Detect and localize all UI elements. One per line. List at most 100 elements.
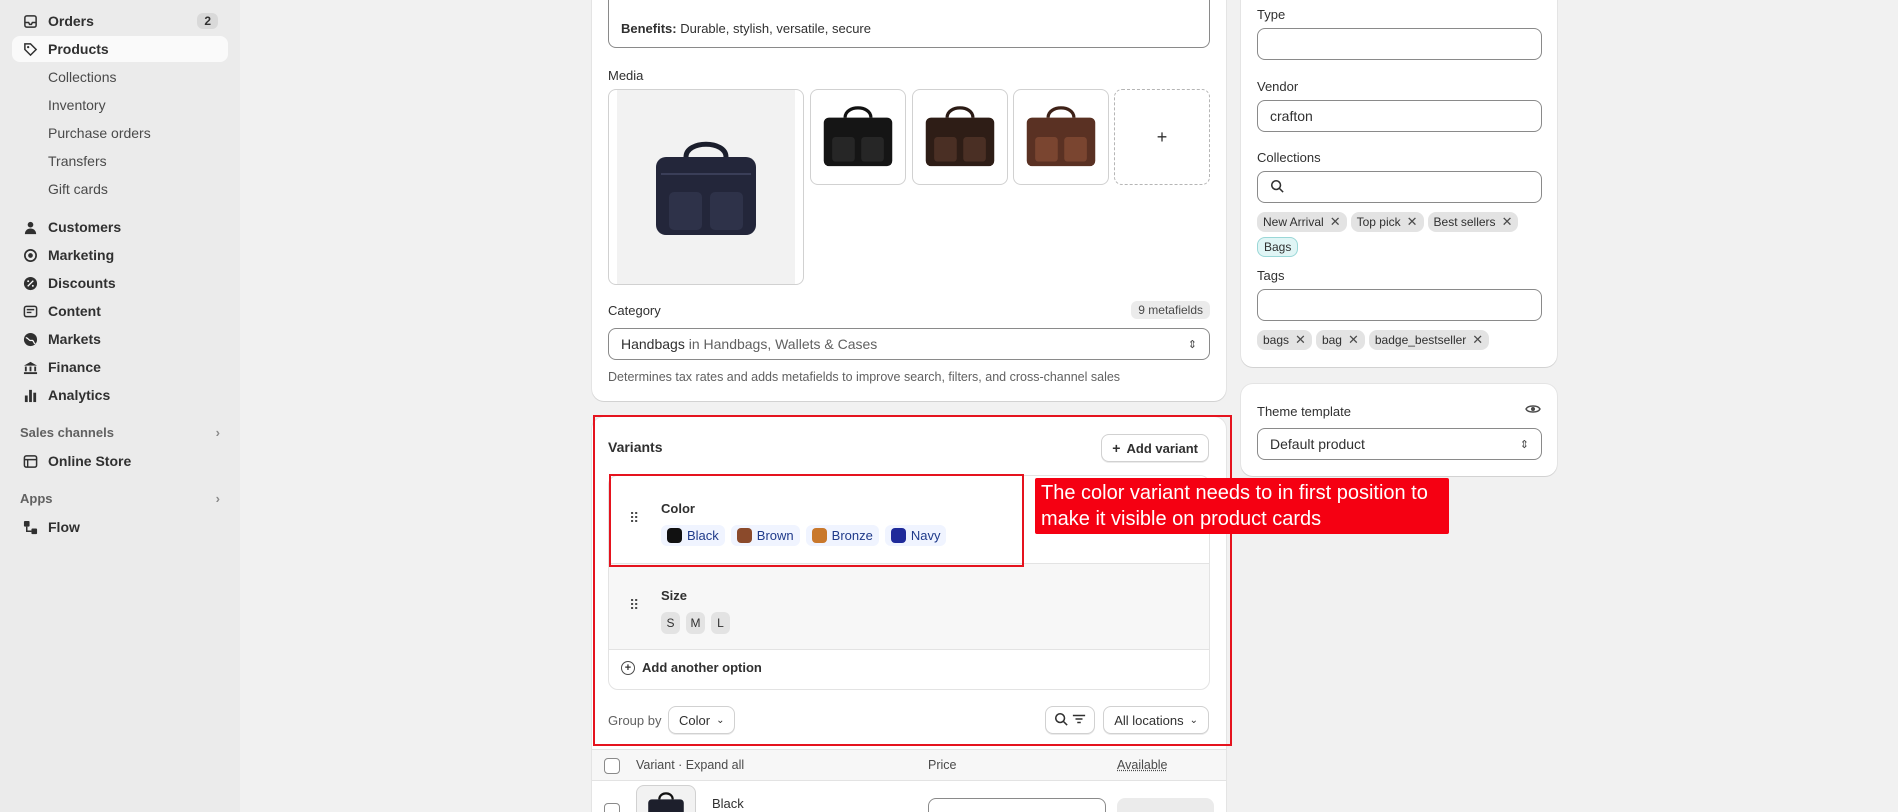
vendor-label: Vendor bbox=[1257, 79, 1299, 94]
collection-tag-bags[interactable]: Bags bbox=[1257, 237, 1299, 257]
sidebar-item-label: Analytics bbox=[48, 387, 111, 403]
sidebar-item-flow[interactable]: Flow bbox=[12, 514, 228, 540]
theme-template-value: Default product bbox=[1270, 436, 1365, 452]
sidebar-item-online-store[interactable]: Online Store bbox=[12, 448, 228, 474]
sidebar-subitem-inventory[interactable]: Inventory bbox=[12, 92, 228, 118]
media-thumb-2[interactable] bbox=[912, 89, 1008, 185]
sidebar-item-label: Products bbox=[48, 41, 109, 57]
available-input[interactable] bbox=[1117, 798, 1214, 812]
table-row[interactable]: Black bbox=[592, 781, 1226, 812]
eye-icon[interactable] bbox=[1525, 402, 1541, 419]
metafields-badge[interactable]: 9 metafields bbox=[1131, 301, 1210, 319]
section-label: Sales channels bbox=[20, 424, 114, 440]
chevron-right-icon: › bbox=[215, 424, 220, 440]
type-label: Type bbox=[1257, 7, 1286, 22]
sidebar-item-label: Online Store bbox=[48, 453, 132, 469]
sidebar-subitem-gift-cards[interactable]: Gift cards bbox=[12, 176, 228, 202]
sidebar-item-markets[interactable]: Markets bbox=[12, 326, 228, 352]
flow-icon bbox=[22, 519, 38, 535]
price-input[interactable] bbox=[928, 798, 1106, 812]
sidebar-subitem-purchase-orders[interactable]: Purchase orders bbox=[12, 120, 228, 146]
add-media-button[interactable]: + bbox=[1114, 89, 1210, 185]
collection-tag: Top pick ✕ bbox=[1350, 212, 1424, 232]
remove-icon[interactable]: ✕ bbox=[1472, 332, 1483, 348]
type-input[interactable] bbox=[1257, 28, 1542, 60]
collection-tag: Best sellers ✕ bbox=[1427, 212, 1519, 232]
theme-template-title: Theme template bbox=[1257, 404, 1351, 419]
collections-label: Collections bbox=[1257, 150, 1321, 165]
media-main-image[interactable] bbox=[608, 89, 804, 285]
remove-icon[interactable]: ✕ bbox=[1330, 214, 1341, 230]
sidebar-subitem-collections[interactable]: Collections bbox=[12, 64, 228, 90]
chevron-right-icon: › bbox=[215, 490, 220, 506]
column-available[interactable]: Available bbox=[1117, 758, 1168, 772]
sidebar-item-customers[interactable]: Customers bbox=[12, 214, 228, 240]
content-icon bbox=[22, 303, 38, 319]
sidebar-item-label: Discounts bbox=[48, 275, 116, 291]
variants-table-header: Variant · Expand all Price Available bbox=[592, 749, 1226, 781]
category-value: Handbags bbox=[621, 336, 685, 352]
sidebar-item-label: Customers bbox=[48, 219, 122, 235]
person-icon bbox=[22, 219, 38, 235]
product-organization-card: Type Vendor crafton Collections New Arri… bbox=[1241, 0, 1557, 367]
vendor-input[interactable]: crafton bbox=[1257, 100, 1542, 132]
benefits-text: Durable, stylish, versatile, secure bbox=[680, 21, 871, 36]
remove-icon[interactable]: ✕ bbox=[1348, 332, 1359, 348]
annotation-color-option-highlight bbox=[609, 474, 1024, 567]
bag-image-dark-brown bbox=[925, 106, 995, 167]
sidebar-section-sales-channels[interactable]: Sales channels › bbox=[12, 418, 228, 446]
theme-template-select[interactable]: Default product ⇕ bbox=[1257, 428, 1542, 460]
sidebar-item-products[interactable]: Products bbox=[12, 36, 228, 62]
expand-all-link[interactable]: Expand all bbox=[686, 758, 744, 772]
annotation-callout: The color variant needs to in first posi… bbox=[1035, 478, 1449, 534]
column-variant: Variant · Expand all bbox=[636, 758, 745, 772]
inbox-icon bbox=[22, 13, 38, 29]
target-icon bbox=[22, 247, 38, 263]
media-title: Media bbox=[608, 68, 644, 83]
theme-template-card: Theme template Default product ⇕ bbox=[1241, 384, 1557, 476]
category-help-text: Determines tax rates and adds metafields… bbox=[608, 370, 1121, 384]
product-tag: badge_bestseller ✕ bbox=[1368, 330, 1490, 350]
product-details-card: Benefits: Durable, stylish, versatile, s… bbox=[592, 0, 1226, 401]
sidebar-item-finance[interactable]: Finance bbox=[12, 354, 228, 380]
select-arrows-icon: ⇕ bbox=[1519, 438, 1529, 451]
media-thumb-3[interactable] bbox=[1013, 89, 1109, 185]
variant-row-name: Black bbox=[712, 796, 744, 811]
sidebar-item-content[interactable]: Content bbox=[12, 298, 228, 324]
sidebar-item-marketing[interactable]: Marketing bbox=[12, 242, 228, 268]
category-path: in Handbags, Wallets & Cases bbox=[688, 336, 878, 352]
sidebar-subitem-transfers[interactable]: Transfers bbox=[12, 148, 228, 174]
sidebar-item-label: Flow bbox=[48, 519, 80, 535]
bank-icon bbox=[22, 359, 38, 375]
tags-input[interactable] bbox=[1257, 289, 1542, 321]
media-thumb-1[interactable] bbox=[810, 89, 906, 185]
sidebar-section-apps[interactable]: Apps › bbox=[12, 484, 228, 512]
product-tag: bags ✕ bbox=[1257, 330, 1312, 350]
sidebar-item-analytics[interactable]: Analytics bbox=[12, 382, 228, 408]
sidebar-item-orders[interactable]: Orders 2 bbox=[12, 8, 228, 34]
collections-search-input[interactable] bbox=[1257, 171, 1542, 203]
category-select[interactable]: Handbags in Handbags, Wallets & Cases ⇕ bbox=[608, 328, 1210, 360]
collections-tags: New Arrival ✕ Top pick ✕ Best sellers ✕ Bags bbox=[1257, 212, 1547, 257]
sidebar-item-label: Marketing bbox=[48, 247, 115, 263]
search-icon bbox=[1270, 179, 1284, 196]
sidebar-item-label: Finance bbox=[48, 359, 101, 375]
sidebar-item-label: Content bbox=[48, 303, 101, 319]
remove-icon[interactable]: ✕ bbox=[1295, 332, 1306, 348]
sidebar-item-discounts[interactable]: Discounts bbox=[12, 270, 228, 296]
variant-thumbnail bbox=[636, 785, 696, 812]
tags-label: Tags bbox=[1257, 268, 1285, 283]
column-price: Price bbox=[928, 758, 957, 772]
sidebar: Orders 2 Products Collections Inventory … bbox=[0, 0, 240, 812]
select-arrows-icon: ⇕ bbox=[1187, 338, 1197, 351]
select-all-checkbox[interactable] bbox=[604, 758, 620, 774]
description-editor[interactable]: Benefits: Durable, stylish, versatile, s… bbox=[608, 0, 1210, 48]
remove-icon[interactable]: ✕ bbox=[1407, 214, 1418, 230]
orders-count-badge: 2 bbox=[197, 13, 218, 29]
discount-icon bbox=[22, 275, 38, 291]
globe-icon bbox=[22, 331, 38, 347]
bag-image-black bbox=[823, 106, 893, 167]
collection-tag: New Arrival ✕ bbox=[1257, 212, 1347, 232]
remove-icon[interactable]: ✕ bbox=[1502, 214, 1513, 230]
row-checkbox[interactable] bbox=[604, 803, 620, 812]
